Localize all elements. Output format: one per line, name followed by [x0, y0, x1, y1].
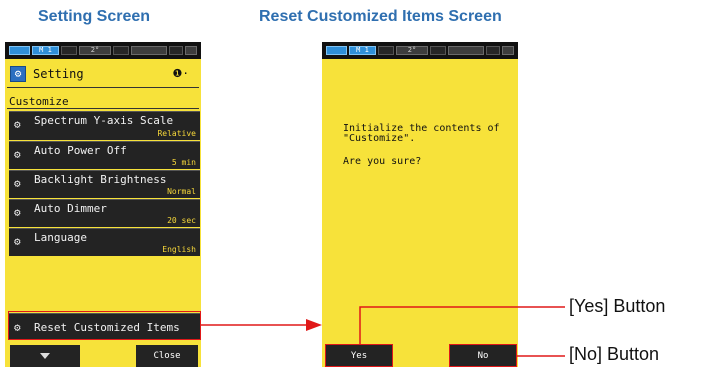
yes-callout-line	[359, 306, 565, 344]
yes-button-callout: [Yes] Button	[569, 296, 666, 316]
no-button-callout: [No] Button	[569, 344, 660, 364]
arrow-right-icon	[306, 319, 322, 331]
